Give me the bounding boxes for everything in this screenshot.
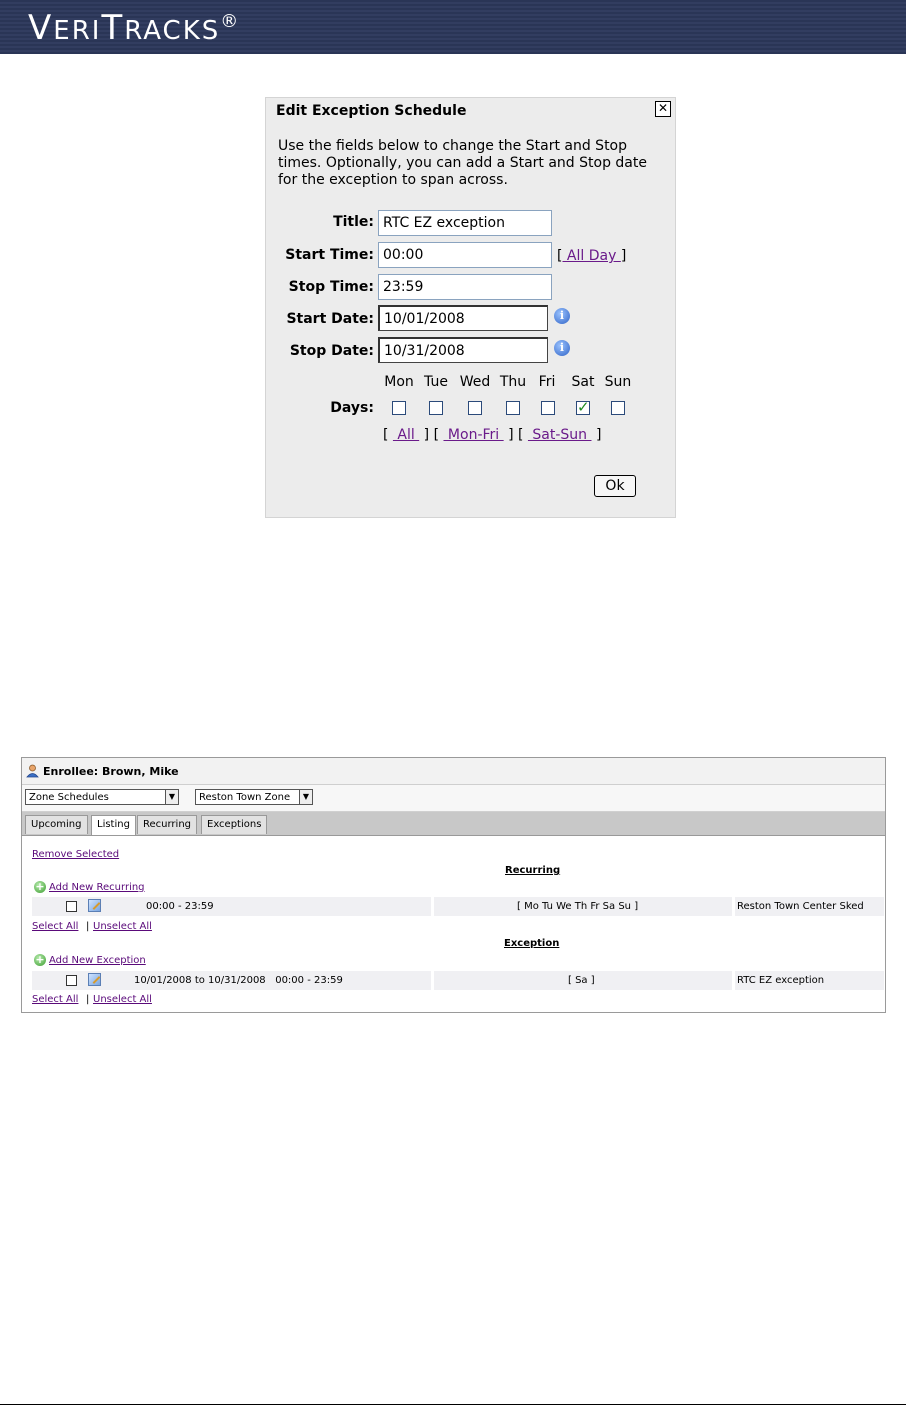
tab-listing[interactable]: Listing — [91, 815, 136, 835]
person-icon — [26, 764, 39, 778]
schedule-type-value: Zone Schedules — [29, 792, 109, 803]
all-day-group: [ All Day ] — [557, 248, 626, 264]
row-checkbox[interactable] — [66, 975, 77, 986]
dialog-title: Edit Exception Schedule — [276, 103, 467, 119]
unselect-all-link[interactable]: Unselect All — [93, 994, 152, 1005]
day-header-wed: Wed — [459, 374, 491, 390]
day-checkbox-wed[interactable] — [468, 401, 482, 415]
tabs-bar: Upcoming Listing Recurring Exceptions — [22, 812, 885, 836]
stop-time-input[interactable] — [378, 274, 552, 300]
registered-mark: ® — [220, 11, 241, 33]
exception-date-time: 10/01/2008 to 10/31/2008 00:00 - 23:59 — [134, 975, 343, 986]
tab-exceptions[interactable]: Exceptions — [201, 815, 268, 834]
logo-letter-v: V — [28, 8, 54, 48]
day-checkbox-thu[interactable] — [506, 401, 520, 415]
logo-text-eri: ERI — [53, 16, 102, 46]
stop-time-label: Stop Time: — [288, 279, 374, 295]
remove-selected-link[interactable]: Remove Selected — [32, 849, 119, 860]
column-divider — [732, 897, 735, 916]
bracket-close: ] — [508, 427, 514, 443]
dialog-description: Use the fields below to change the Start… — [278, 138, 647, 188]
chevron-down-icon[interactable]: ▼ — [165, 790, 178, 804]
title-label: Title: — [333, 214, 374, 230]
row-checkbox[interactable] — [66, 901, 77, 912]
table-row: 00:00 - 23:59 [ Mo Tu We Th Fr Sa Su ] R… — [32, 897, 884, 916]
day-header-fri: Fri — [538, 374, 556, 390]
days-label: Days: — [330, 400, 374, 416]
day-quick-select-links: [ All ] [ Mon-Fri ] [ Sat-Sun ] — [383, 427, 601, 443]
start-time-label: Start Time: — [285, 247, 374, 263]
start-date-label: Start Date: — [286, 311, 374, 327]
add-new-recurring-link[interactable]: Add New Recurring — [49, 882, 145, 893]
schedule-panel: Enrollee: Brown, Mike Zone Schedules ▼ R… — [21, 757, 886, 1013]
recurring-time: 00:00 - 23:59 — [146, 901, 214, 912]
link-separator: | — [86, 994, 90, 1005]
recurring-name: Reston Town Center Sked — [737, 901, 864, 912]
zone-select[interactable]: Reston Town Zone ▼ — [195, 789, 313, 805]
chevron-down-icon[interactable]: ▼ — [299, 790, 312, 804]
stop-date-label: Stop Date: — [289, 343, 374, 359]
info-icon[interactable]: i — [554, 308, 570, 324]
recurring-days: [ Mo Tu We Th Fr Sa Su ] — [517, 901, 639, 912]
day-checkbox-sat[interactable] — [576, 398, 590, 416]
mon-fri-link[interactable]: Mon-Fri — [443, 427, 503, 443]
info-icon[interactable]: i — [554, 340, 570, 356]
exception-name: RTC EZ exception — [737, 975, 825, 986]
all-days-link[interactable]: All — [393, 427, 419, 443]
bracket-open: [ — [383, 427, 389, 443]
add-icon[interactable]: + — [34, 954, 46, 966]
link-separator: | — [86, 921, 90, 932]
bracket-close: ] — [595, 427, 602, 443]
title-input[interactable] — [378, 210, 552, 236]
add-new-exception-link[interactable]: Add New Exception — [49, 955, 146, 966]
column-divider — [431, 971, 434, 990]
day-header-sun: Sun — [604, 374, 632, 390]
unselect-all-link[interactable]: Unselect All — [93, 921, 152, 932]
page-bottom-rule — [0, 1404, 906, 1405]
ok-button[interactable]: Ok — [594, 475, 636, 497]
logo-text-racks: RACKS — [124, 16, 221, 46]
add-icon[interactable]: + — [34, 881, 46, 893]
enrollee-name: Enrollee: Brown, Mike — [43, 765, 179, 778]
all-day-link[interactable]: All Day — [562, 248, 620, 264]
bracket-close: ] — [620, 248, 627, 264]
edit-icon[interactable] — [88, 899, 101, 912]
edit-exception-dialog: Edit Exception Schedule ✕ Use the fields… — [265, 97, 676, 518]
start-time-input[interactable] — [378, 242, 552, 268]
day-header-sat: Sat — [571, 374, 595, 390]
logo-letter-t: T — [101, 8, 125, 48]
bracket-open: [ — [433, 427, 440, 443]
close-icon[interactable]: ✕ — [655, 101, 671, 117]
sat-sun-link[interactable]: Sat-Sun — [528, 427, 592, 443]
app-header-banner: VERITRACKS® — [0, 0, 906, 54]
exception-heading: Exception — [504, 938, 560, 949]
day-header-mon: Mon — [384, 374, 414, 390]
column-divider — [431, 897, 434, 916]
tab-recurring[interactable]: Recurring — [137, 815, 197, 834]
start-date-input[interactable] — [378, 305, 548, 331]
bracket-open: [ — [518, 427, 524, 443]
recurring-heading: Recurring — [505, 865, 561, 876]
tab-upcoming[interactable]: Upcoming — [25, 815, 88, 834]
table-row: 10/01/2008 to 10/31/2008 00:00 - 23:59 [… — [32, 971, 884, 990]
stop-date-input[interactable] — [378, 337, 548, 363]
schedule-selectors: Zone Schedules ▼ Reston Town Zone ▼ — [22, 785, 885, 812]
exception-days: [ Sa ] — [568, 975, 595, 986]
select-all-link[interactable]: Select All — [32, 921, 78, 932]
day-header-tue: Tue — [424, 374, 448, 390]
column-divider — [732, 971, 735, 990]
veritracks-logo: VERITRACKS® — [28, 8, 240, 48]
day-checkbox-sun[interactable] — [611, 401, 625, 415]
schedule-type-select[interactable]: Zone Schedules ▼ — [25, 789, 179, 805]
zone-value: Reston Town Zone — [199, 792, 291, 803]
enrollee-header: Enrollee: Brown, Mike — [22, 758, 885, 785]
bracket-close: ] — [423, 427, 430, 443]
day-checkbox-mon[interactable] — [392, 401, 406, 415]
select-all-link[interactable]: Select All — [32, 994, 78, 1005]
day-checkbox-tue[interactable] — [429, 401, 443, 415]
day-checkbox-fri[interactable] — [541, 401, 555, 415]
edit-icon[interactable] — [88, 973, 101, 986]
